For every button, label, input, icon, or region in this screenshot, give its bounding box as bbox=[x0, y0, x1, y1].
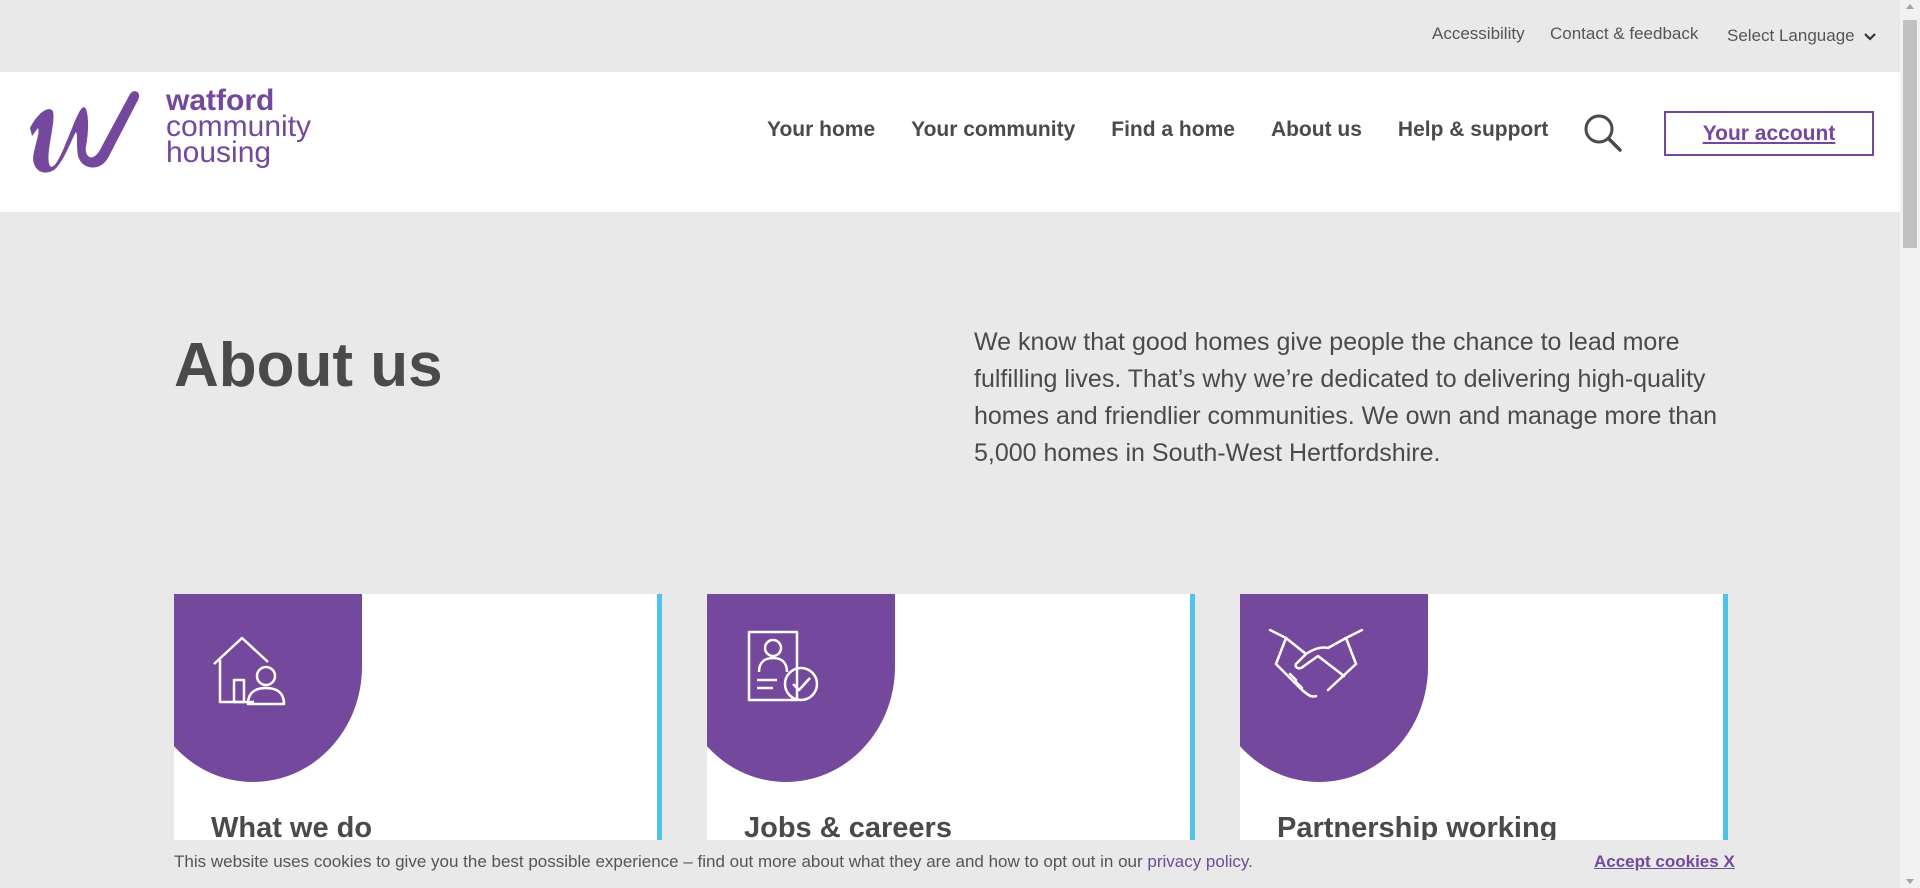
privacy-policy-link[interactable]: privacy policy bbox=[1147, 852, 1248, 871]
contact-feedback-link[interactable]: Contact & feedback bbox=[1550, 24, 1698, 44]
house-person-icon bbox=[213, 636, 286, 706]
search-icon bbox=[1584, 114, 1622, 152]
handshake-icon bbox=[1268, 628, 1364, 698]
cookie-message-end: . bbox=[1248, 852, 1253, 871]
nav-your-community[interactable]: Your community bbox=[911, 118, 1075, 142]
nav-about-us[interactable]: About us bbox=[1271, 118, 1362, 142]
nav-help-support[interactable]: Help & support bbox=[1398, 118, 1549, 142]
site-header: watford community housing Your home Your… bbox=[0, 72, 1900, 212]
your-account-button[interactable]: Your account bbox=[1664, 111, 1874, 156]
document-check-icon bbox=[747, 630, 819, 702]
logo-mark-icon bbox=[30, 91, 140, 173]
scroll-down-icon[interactable] bbox=[1906, 879, 1914, 884]
scroll-up-icon[interactable] bbox=[1906, 4, 1914, 9]
cookie-message-text: This website uses cookies to give you th… bbox=[174, 852, 1148, 871]
main-nav: Your home Your community Find a home Abo… bbox=[767, 118, 1584, 142]
intro-text: We know that good homes give people the … bbox=[974, 328, 1717, 467]
accessibility-link[interactable]: Accessibility bbox=[1432, 24, 1525, 44]
language-select[interactable]: Select Language bbox=[1727, 26, 1877, 46]
page-scrollbar[interactable] bbox=[1900, 0, 1920, 888]
search-button[interactable] bbox=[1582, 112, 1624, 154]
scrollbar-thumb[interactable] bbox=[1903, 20, 1917, 248]
cookie-banner: This website uses cookies to give you th… bbox=[0, 840, 1900, 888]
nav-find-a-home[interactable]: Find a home bbox=[1111, 118, 1235, 142]
accept-cookies-button[interactable]: Accept cookies X bbox=[1594, 852, 1735, 872]
logo[interactable]: watford community housing bbox=[24, 86, 311, 176]
page-title: About us bbox=[174, 331, 443, 400]
utility-bar: Accessibility Contact & feedback Select … bbox=[0, 0, 1900, 72]
logo-line-housing: housing bbox=[166, 136, 272, 169]
card-icon-badge bbox=[707, 594, 895, 782]
language-select-label: Select Language bbox=[1727, 26, 1855, 45]
card-icon-badge bbox=[1240, 594, 1428, 782]
nav-your-home[interactable]: Your home bbox=[767, 118, 875, 142]
card-icon-badge bbox=[174, 594, 362, 782]
chevron-down-icon bbox=[1863, 33, 1876, 41]
logo-wordmark: watford community housing bbox=[166, 86, 311, 169]
cookie-message: This website uses cookies to give you th… bbox=[174, 852, 1253, 872]
